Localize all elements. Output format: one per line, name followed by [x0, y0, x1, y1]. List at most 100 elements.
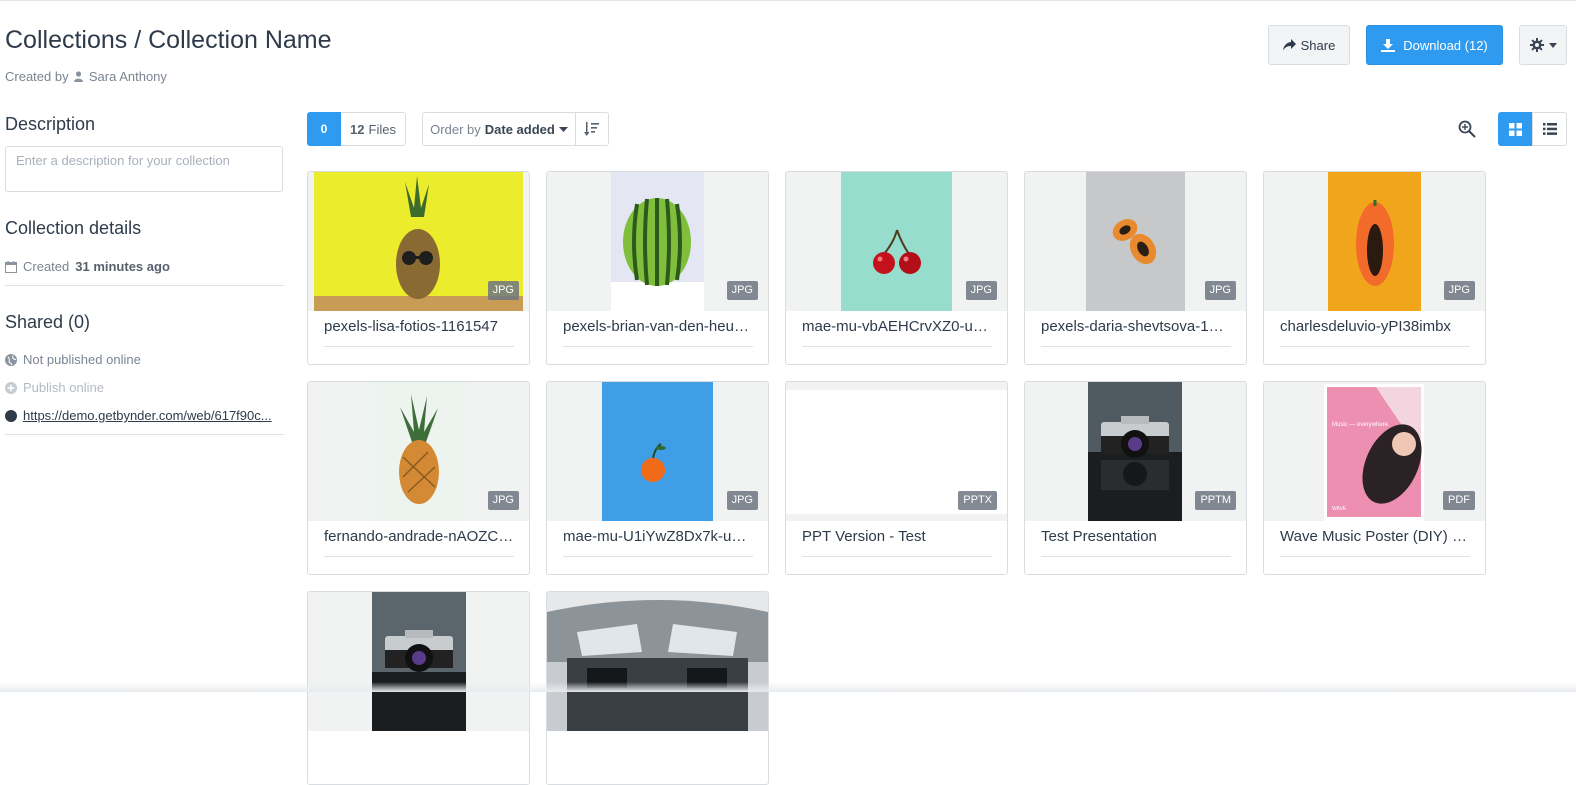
- dot-icon: [5, 409, 17, 422]
- divider: [563, 556, 753, 557]
- asset-thumbnail[interactable]: JPG: [1264, 172, 1485, 311]
- asset-card[interactable]: JPG mae-mu-vbAEHCrvXZ0-unsplash: [785, 171, 1008, 365]
- created-by: Created by Sara Anthony: [5, 69, 167, 84]
- asset-name[interactable]: pexels-lisa-fotios-1161547: [324, 318, 514, 335]
- file-type-badge: PDF: [1443, 491, 1475, 510]
- order-prefix: Order by: [430, 121, 481, 137]
- file-type-badge: JPG: [726, 281, 758, 300]
- divider: [1041, 556, 1231, 557]
- files-count-button[interactable]: 12 Files: [341, 112, 406, 146]
- asset-thumbnail[interactable]: [308, 592, 529, 731]
- sort-icon: [584, 122, 599, 136]
- file-type-badge: JPG: [487, 491, 519, 510]
- user-icon: [74, 71, 84, 82]
- asset-thumbnail[interactable]: JPG: [547, 382, 768, 521]
- description-box[interactable]: [5, 146, 283, 192]
- camera-image: [372, 592, 466, 731]
- asset-name[interactable]: PPT Version - Test: [802, 528, 992, 545]
- asset-name[interactable]: mae-mu-U1iYwZ8Dx7k-unsplash: [563, 528, 753, 545]
- zoom-icon: [1458, 120, 1476, 138]
- asset-thumbnail[interactable]: JPG: [308, 382, 529, 521]
- asset-name[interactable]: fernando-andrade-nAOZCYcLND8: [324, 528, 514, 545]
- file-type-badge: JPG: [1204, 281, 1236, 300]
- created-label: Created: [23, 259, 70, 274]
- public-link-row[interactable]: https://demo.getbynder.com/web/617f90c..…: [5, 408, 284, 423]
- public-link[interactable]: https://demo.getbynder.com/web/617f90c..…: [23, 408, 272, 423]
- created-by-user[interactable]: Sara Anthony: [89, 69, 167, 84]
- asset-thumbnail[interactable]: JPG: [308, 172, 529, 311]
- file-type-badge: JPG: [1443, 281, 1475, 300]
- not-published-row: Not published online: [5, 352, 141, 367]
- page-title: Collections / Collection Name: [5, 26, 332, 54]
- description-input[interactable]: [6, 147, 282, 191]
- divider: [802, 556, 992, 557]
- asset-thumbnail[interactable]: JPG: [786, 172, 1007, 311]
- file-type-badge: JPG: [965, 281, 997, 300]
- asset-card[interactable]: PPTM Test Presentation: [1024, 381, 1247, 575]
- asset-thumbnail[interactable]: JPG: [1025, 172, 1246, 311]
- created-value: 31 minutes ago: [75, 259, 170, 274]
- asset-thumbnail[interactable]: PPTX: [786, 382, 1007, 521]
- order-value: Date added: [484, 121, 555, 137]
- publish-online-label: Publish online: [23, 380, 104, 395]
- zoom-button[interactable]: [1455, 117, 1479, 141]
- asset-card[interactable]: JPG charlesdeluvio-yPI38imbx: [1263, 171, 1486, 365]
- file-type-badge: PPTX: [958, 491, 997, 510]
- files-count: 12: [350, 121, 365, 137]
- caret-down-icon: [558, 126, 568, 132]
- download-button[interactable]: Download (12): [1366, 25, 1503, 65]
- caret-down-icon: [1548, 42, 1557, 48]
- share-button[interactable]: Share: [1268, 25, 1350, 65]
- divider: [5, 434, 284, 435]
- asset-thumbnail[interactable]: PPTM: [1025, 382, 1246, 521]
- asset-card[interactable]: JPG pexels-daria-shevtsova-1800: [1024, 171, 1247, 365]
- divider: [1280, 346, 1470, 347]
- poster-headline: Music — everywhere.: [1332, 422, 1390, 428]
- shared-heading: Shared (0): [5, 312, 91, 332]
- poster-brand: WAVE: [1332, 506, 1347, 512]
- divider: [5, 285, 284, 286]
- asset-thumbnail[interactable]: Music — everywhere. WAVE PDF: [1264, 382, 1485, 521]
- collection-details-heading: Collection details: [5, 218, 142, 238]
- asset-card[interactable]: JPG fernando-andrade-nAOZCYcLND8: [307, 381, 530, 575]
- download-label: Download (12): [1403, 37, 1488, 53]
- globe-icon: [5, 353, 17, 366]
- divider: [563, 346, 753, 347]
- file-type-badge: PPTM: [1195, 491, 1236, 510]
- selected-count[interactable]: 0: [307, 112, 341, 146]
- plus-circle-icon: [5, 381, 17, 394]
- calendar-icon: [5, 260, 17, 273]
- order-by-dropdown[interactable]: Order by Date added: [422, 112, 576, 146]
- publish-online-row[interactable]: Publish online: [5, 380, 104, 395]
- files-label: Files: [368, 121, 396, 137]
- asset-thumbnail[interactable]: JPG: [547, 172, 768, 311]
- asset-name[interactable]: pexels-brian-van-den-heuvel: [563, 318, 753, 335]
- asset-card[interactable]: Music — everywhere. WAVE PDF Wave Music …: [1263, 381, 1486, 575]
- divider: [802, 346, 992, 347]
- asset-card[interactable]: JPG pexels-lisa-fotios-1161547: [307, 171, 530, 365]
- divider: [324, 346, 514, 347]
- description-heading: Description: [5, 114, 96, 134]
- sort-direction-button[interactable]: [575, 112, 609, 146]
- asset-card[interactable]: JPG pexels-brian-van-den-heuvel: [546, 171, 769, 365]
- asset-thumbnail[interactable]: [547, 592, 768, 731]
- asset-name[interactable]: mae-mu-vbAEHCrvXZ0-unsplash: [802, 318, 992, 335]
- asset-name[interactable]: Test Presentation: [1041, 528, 1231, 545]
- not-published-label: Not published online: [23, 352, 141, 367]
- selection-count-group: 0 12 Files: [307, 112, 406, 146]
- download-icon: [1381, 38, 1396, 52]
- asset-name[interactable]: pexels-daria-shevtsova-1800: [1041, 318, 1231, 335]
- grid-view-icon: [1509, 122, 1522, 136]
- asset-card[interactable]: PPTX PPT Version - Test: [785, 381, 1008, 575]
- list-view-button[interactable]: [1532, 112, 1567, 146]
- file-type-badge: JPG: [726, 491, 758, 510]
- divider: [1041, 346, 1231, 347]
- grid-view-button[interactable]: [1498, 112, 1533, 146]
- asset-name[interactable]: Wave Music Poster (DIY) 2020: [1280, 528, 1470, 545]
- share-label: Share: [1300, 37, 1336, 53]
- settings-dropdown-button[interactable]: [1519, 25, 1567, 65]
- created-by-label: Created by: [5, 69, 69, 84]
- asset-name[interactable]: charlesdeluvio-yPI38imbx: [1280, 318, 1470, 335]
- file-type-badge: JPG: [487, 281, 519, 300]
- asset-card[interactable]: JPG mae-mu-U1iYwZ8Dx7k-unsplash: [546, 381, 769, 575]
